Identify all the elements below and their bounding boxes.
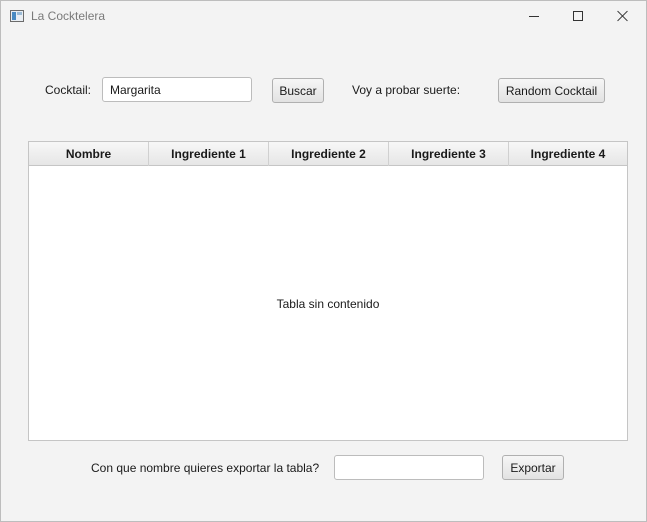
random-label: Voy a probar suerte: — [352, 83, 461, 97]
column-header-nombre[interactable]: Nombre — [29, 142, 149, 166]
random-cocktail-button[interactable]: Random Cocktail — [498, 78, 605, 103]
search-button[interactable]: Buscar — [272, 78, 324, 103]
minimize-button[interactable] — [511, 1, 557, 31]
maximize-button[interactable] — [555, 1, 601, 31]
table-empty-message: Tabla sin contenido — [276, 297, 380, 311]
export-label: Con que nombre quieres exportar la tabla… — [91, 461, 320, 475]
export-button[interactable]: Exportar — [502, 455, 564, 480]
table-header: Nombre Ingrediente 1 Ingrediente 2 Ingre… — [29, 142, 627, 166]
minimize-icon — [529, 15, 539, 17]
cocktail-label: Cocktail: — [45, 83, 92, 97]
maximize-icon — [573, 11, 583, 21]
column-header-ingrediente-2[interactable]: Ingrediente 2 — [269, 142, 389, 166]
window-title: La Cocktelera — [31, 9, 106, 23]
column-header-ingrediente-1[interactable]: Ingrediente 1 — [149, 142, 269, 166]
close-icon — [617, 10, 629, 22]
cocktail-table[interactable]: Nombre Ingrediente 1 Ingrediente 2 Ingre… — [28, 141, 628, 441]
export-filename-input[interactable] — [334, 455, 484, 480]
close-button[interactable] — [600, 1, 646, 31]
column-header-ingrediente-4[interactable]: Ingrediente 4 — [509, 142, 627, 166]
app-window-icon — [10, 10, 24, 22]
app-window: La Cocktelera Cocktail: Buscar Voy a pro… — [0, 0, 647, 522]
column-header-ingrediente-3[interactable]: Ingrediente 3 — [389, 142, 509, 166]
title-bar[interactable]: La Cocktelera — [1, 1, 646, 31]
cocktail-search-input[interactable] — [102, 77, 252, 102]
